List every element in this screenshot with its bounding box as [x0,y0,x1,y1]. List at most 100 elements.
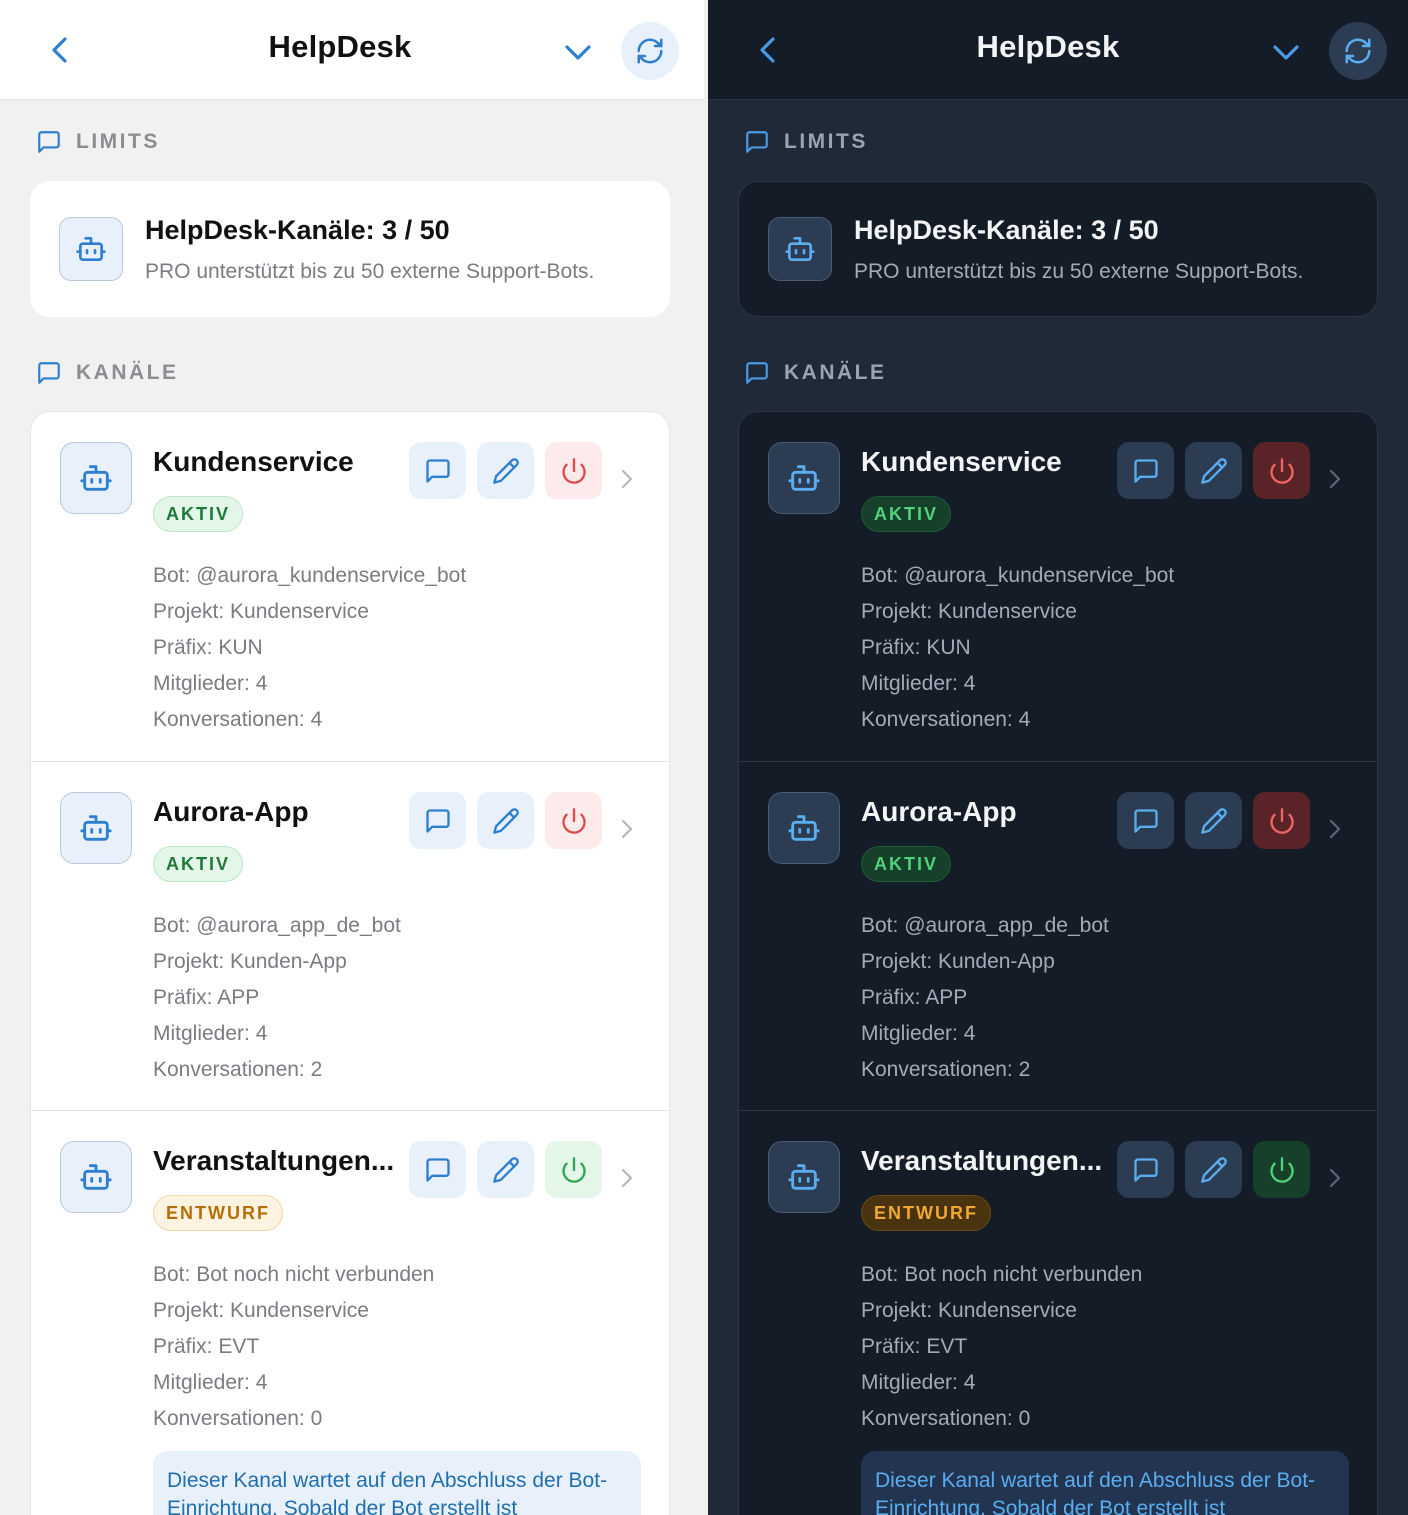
channel-item[interactable]: Aurora-App AKTIV Bot: @aurora_app_de_bot… [31,761,669,1110]
bot-avatar [60,442,132,514]
refresh-button[interactable] [1329,22,1387,80]
channels-section-header: KANÄLE [744,360,887,386]
edit-button[interactable] [477,1141,534,1198]
channel-name: Aurora-App [153,796,309,827]
bot-icon [80,465,112,491]
channel-project: Projekt: Kundenservice [861,1299,1077,1322]
channel-project: Projekt: Kundenservice [153,1299,369,1322]
open-chat-button[interactable] [1117,442,1174,499]
open-chat-button[interactable] [409,1141,466,1198]
bot-icon [80,815,112,841]
pencil-icon [492,1156,519,1183]
status-badge: AKTIV [153,846,243,882]
bot-avatar [60,1141,132,1213]
channel-item[interactable]: Veranstaltungen... ENTWURF Bot: Bot noch… [739,1110,1377,1515]
expand-button[interactable] [1264,30,1308,74]
status-badge: ENTWURF [861,1195,991,1231]
channel-bot: Bot: @aurora_app_de_bot [861,914,1109,937]
message-square-icon [425,458,450,483]
activate-button[interactable] [545,1141,602,1198]
bot-icon [788,815,820,841]
open-chat-button[interactable] [409,792,466,849]
power-icon [561,1156,586,1183]
channel-bot: Bot: Bot noch nicht verbunden [861,1263,1143,1286]
channel-item[interactable]: Aurora-App AKTIV Bot: @aurora_app_de_bot… [739,761,1377,1110]
deactivate-button[interactable] [1253,442,1310,499]
open-channel-arrow[interactable] [1325,466,1345,492]
top-bar: HelpDesk [0,0,704,100]
bot-avatar [60,792,132,864]
message-square-icon [425,1157,450,1182]
pencil-icon [492,807,519,834]
bot-icon [80,1164,112,1190]
message-square-icon [746,131,768,153]
edit-button[interactable] [1185,442,1242,499]
channel-prefix: Präfix: APP [153,986,260,1009]
channel-prefix: Präfix: APP [861,986,968,1009]
open-chat-button[interactable] [1117,1141,1174,1198]
chevron-down-icon [1273,45,1299,60]
channel-list: Kundenservice AKTIV Bot: @aurora_kundens… [738,411,1378,1515]
open-chat-button[interactable] [409,442,466,499]
edit-button[interactable] [1185,1141,1242,1198]
deactivate-button[interactable] [545,792,602,849]
message-square-icon [1133,1157,1158,1182]
open-channel-arrow[interactable] [617,1165,637,1191]
light-theme-panel: HelpDesk LIMITS HelpDesk-Kanäle: 3 / 50 … [0,0,704,1515]
channels-section-label: KANÄLE [784,361,887,384]
channel-item[interactable]: Kundenservice AKTIV Bot: @aurora_kundens… [31,412,669,761]
channel-details: Bot: @aurora_kundenservice_bot Projekt: … [153,558,466,738]
pencil-icon [1200,457,1227,484]
status-badge: AKTIV [861,846,951,882]
limits-title: HelpDesk-Kanäle: 3 / 50 [145,214,450,245]
open-channel-arrow[interactable] [617,466,637,492]
power-icon [1269,1156,1294,1183]
channel-name: Aurora-App [861,796,1017,827]
bot-avatar [768,1141,840,1213]
channel-name: Kundenservice [153,446,354,477]
pencil-icon [1200,1156,1227,1183]
open-channel-arrow[interactable] [1325,1165,1345,1191]
channel-bot: Bot: @aurora_kundenservice_bot [861,564,1175,587]
chevron-right-icon [621,819,633,839]
bot-icon [785,237,815,261]
edit-button[interactable] [477,792,534,849]
channel-details: Bot: @aurora_app_de_bot Projekt: Kunden-… [153,908,401,1088]
bot-icon [788,1164,820,1190]
channel-item[interactable]: Kundenservice AKTIV Bot: @aurora_kundens… [739,412,1377,761]
channel-members: Mitglieder: 4 [153,1371,268,1394]
channel-conversations: Konversationen: 0 [861,1407,1031,1430]
setup-notice: Dieser Kanal wartet auf den Abschluss de… [153,1451,641,1515]
limits-subtitle: PRO unterstützt bis zu 50 externe Suppor… [145,259,595,283]
power-icon [1269,807,1294,834]
open-channel-arrow[interactable] [617,816,637,842]
channel-prefix: Präfix: KUN [153,636,263,659]
activate-button[interactable] [1253,1141,1310,1198]
message-square-icon [1133,808,1158,833]
bot-avatar [768,442,840,514]
power-icon [1269,457,1294,484]
edit-button[interactable] [1185,792,1242,849]
channel-name: Veranstaltungen... [153,1145,393,1176]
limits-subtitle: PRO unterstützt bis zu 50 externe Suppor… [854,259,1304,283]
channel-conversations: Konversationen: 4 [153,708,323,731]
deactivate-button[interactable] [1253,792,1310,849]
limits-section-label: LIMITS [76,130,160,153]
channel-bot: Bot: @aurora_app_de_bot [153,914,401,937]
open-channel-arrow[interactable] [1325,816,1345,842]
channels-section-header: KANÄLE [36,360,179,386]
channel-item[interactable]: Veranstaltungen... ENTWURF Bot: Bot noch… [31,1110,669,1515]
bot-avatar [768,217,832,281]
refresh-icon [1345,38,1371,64]
edit-button[interactable] [477,442,534,499]
deactivate-button[interactable] [545,442,602,499]
chevron-right-icon [1329,819,1341,839]
bot-icon [788,465,820,491]
refresh-button[interactable] [621,22,679,80]
limits-section-header: LIMITS [36,129,160,155]
channel-bot: Bot: Bot noch nicht verbunden [153,1263,435,1286]
open-chat-button[interactable] [1117,792,1174,849]
channel-conversations: Konversationen: 4 [861,708,1031,731]
expand-button[interactable] [556,30,600,74]
top-bar: HelpDesk [708,0,1408,100]
